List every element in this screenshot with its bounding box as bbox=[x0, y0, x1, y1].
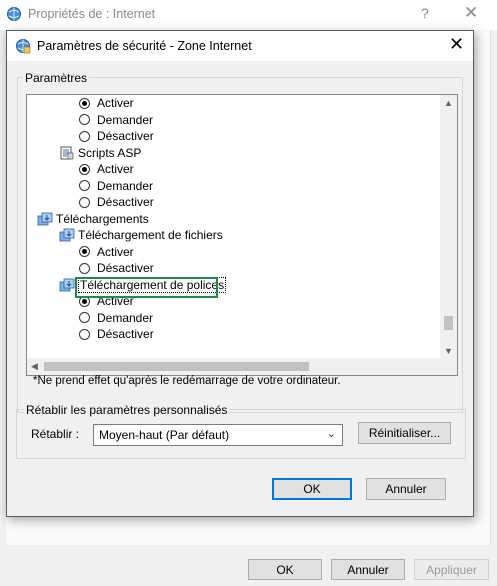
radio-selected[interactable] bbox=[79, 97, 90, 109]
tree-radio-option[interactable]: Activer bbox=[79, 244, 134, 260]
download-setting-icon bbox=[59, 227, 75, 243]
restart-note: *Ne prend effet qu'après le redémarrage … bbox=[33, 375, 341, 387]
scroll-up-icon[interactable]: ▲ bbox=[444, 98, 453, 108]
radio-unselected[interactable] bbox=[79, 262, 90, 274]
tree-item-label: Activer bbox=[97, 96, 134, 110]
chevron-down-icon: ⌄ bbox=[326, 428, 336, 440]
reset-label: Rétablir : bbox=[31, 427, 80, 441]
parent-apply-button: Appliquer bbox=[414, 559, 489, 580]
tree-item-label: Activer bbox=[97, 244, 134, 259]
horizontal-scroll-thumb[interactable] bbox=[44, 362, 309, 371]
tree-item-label: Activer bbox=[97, 162, 134, 176]
radio-unselected[interactable] bbox=[79, 328, 90, 340]
parent-ok-button[interactable]: OK bbox=[248, 559, 322, 580]
help-icon[interactable]: ? bbox=[421, 5, 429, 21]
settings-group-label: Paramètres bbox=[23, 71, 90, 85]
reset-group-label: Rétablir les paramètres personnalisés bbox=[24, 403, 230, 417]
parent-cancel-button[interactable]: Annuler bbox=[331, 559, 405, 580]
parent-window-title: Propriétés de : Internet bbox=[28, 7, 156, 21]
tree-radio-option[interactable]: Demander bbox=[79, 112, 153, 128]
settings-tree[interactable]: Activer Demander Désactiver Scripts ASP Acti… bbox=[26, 94, 458, 376]
tree-item-label: Demander bbox=[97, 112, 154, 127]
tree-item-label: Demander bbox=[97, 178, 154, 193]
tree-item-label: Désactiver bbox=[97, 129, 154, 143]
tree-node[interactable]: Téléchargements bbox=[37, 211, 149, 227]
parent-close-icon[interactable]: ✕ bbox=[464, 3, 478, 23]
tree-item-label: Désactiver bbox=[97, 261, 154, 275]
internet-options-icon bbox=[7, 7, 21, 21]
parent-titlebar: Propriétés de : Internet ? ✕ bbox=[0, 0, 497, 30]
script-icon bbox=[59, 145, 75, 161]
internet-zone-icon bbox=[16, 39, 31, 54]
horizontal-scrollbar[interactable]: ◀ bbox=[27, 358, 441, 375]
radio-unselected[interactable] bbox=[79, 130, 90, 142]
dialog-ok-button[interactable]: OK bbox=[272, 478, 352, 500]
tree-item-label: Demander bbox=[97, 310, 154, 325]
tree-radio-option[interactable]: Désactiver bbox=[79, 194, 154, 210]
vertical-scroll-thumb[interactable] bbox=[444, 316, 453, 330]
radio-selected[interactable] bbox=[79, 246, 90, 257]
dialog-title: Paramètres de sécurité - Zone Internet bbox=[37, 39, 252, 53]
scroll-down-icon[interactable]: ▼ bbox=[444, 346, 453, 356]
radio-unselected[interactable] bbox=[79, 114, 90, 125]
reset-level-select[interactable]: Moyen-haut (Par défaut) ⌄ bbox=[93, 424, 343, 446]
tree-radio-option[interactable]: Désactiver bbox=[79, 260, 154, 276]
tree-radio-option[interactable]: Demander bbox=[79, 178, 153, 194]
reset-button[interactable]: Réinitialiser... bbox=[358, 422, 451, 444]
tree-item-label: Téléchargements bbox=[56, 211, 149, 226]
annotation-highlight-box bbox=[75, 277, 218, 298]
dialog-titlebar: Paramètres de sécurité - Zone Internet ✕ bbox=[7, 31, 473, 61]
download-category-icon bbox=[37, 211, 53, 227]
radio-unselected[interactable] bbox=[79, 196, 90, 208]
tree-item-label: Désactiver bbox=[97, 327, 154, 341]
dialog-close-icon[interactable]: ✕ bbox=[449, 34, 464, 54]
radio-unselected[interactable] bbox=[79, 312, 90, 323]
tree-radio-option[interactable]: Désactiver bbox=[79, 128, 154, 144]
tree-radio-option[interactable]: Demander bbox=[79, 310, 153, 326]
vertical-scrollbar[interactable]: ▲ ▼ bbox=[440, 95, 457, 359]
tree-item-label: Désactiver bbox=[97, 195, 154, 209]
tree-radio-option[interactable]: Désactiver bbox=[79, 326, 154, 342]
tree-radio-option[interactable]: Activer bbox=[79, 161, 134, 177]
dialog-cancel-button[interactable]: Annuler bbox=[366, 478, 446, 500]
download-setting-icon bbox=[59, 277, 75, 293]
tree-item-label: Téléchargement de fichiers bbox=[78, 228, 223, 242]
radio-unselected[interactable] bbox=[79, 180, 90, 191]
tree-node[interactable]: Téléchargement de fichiers bbox=[59, 227, 223, 243]
scroll-left-icon[interactable]: ◀ bbox=[31, 361, 38, 372]
tree-item-label: Scripts ASP bbox=[78, 145, 142, 160]
scrollbar-corner bbox=[440, 358, 457, 375]
tree-node[interactable]: Scripts ASP bbox=[59, 145, 141, 161]
radio-selected[interactable] bbox=[79, 163, 90, 175]
reset-level-value: Moyen-haut (Par défaut) bbox=[99, 428, 230, 442]
tree-radio-option[interactable]: Activer bbox=[79, 95, 134, 111]
